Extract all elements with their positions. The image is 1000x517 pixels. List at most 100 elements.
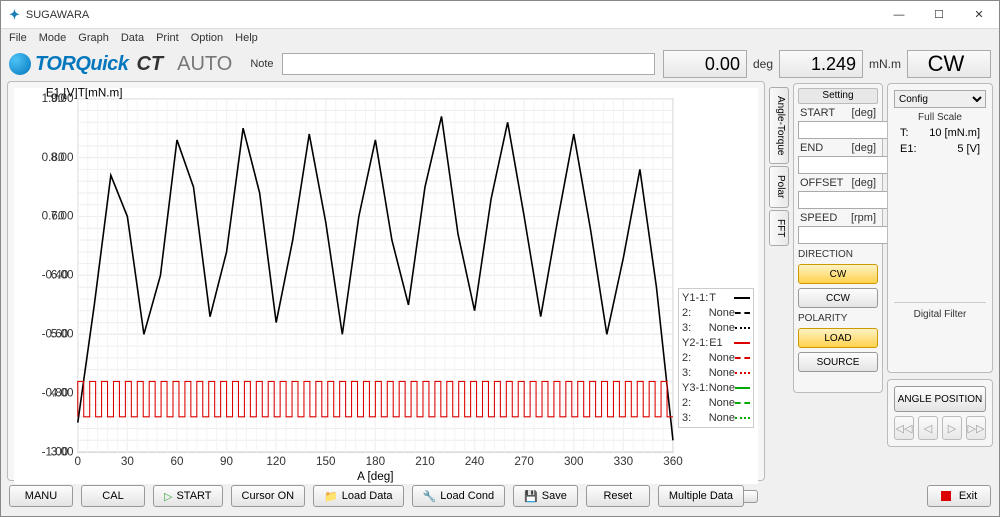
torque-unit: mN.m [869,57,901,71]
maximize-button[interactable]: ☐ [919,1,959,29]
source-button[interactable]: SOURCE [798,352,878,372]
start-unit: [deg] [852,107,876,119]
t-value: 10 [mN.m] [929,127,980,139]
nav-ffwd[interactable]: ▷▷ [966,416,986,440]
tab-polar[interactable]: Polar [769,166,789,207]
stop-icon [941,491,951,501]
load-button[interactable]: LOAD [798,328,878,348]
legend-row: 2:None [682,307,750,319]
angle-position-button[interactable]: ANGLE POSITION [894,386,986,412]
exit-button[interactable]: Exit [927,485,991,507]
nav-buttons: ◁◁ ◁ ▷ ▷▷ [894,416,986,440]
config-panel: Config Full Scale T:10 [mN.m] E1:5 [V] D… [887,83,993,373]
titlebar: ✦ SUGAWARA — ☐ ✕ [1,1,999,29]
svg-text:300: 300 [564,455,584,468]
legend: Y1-1:T2:None3:NoneY2-1:E12:None3:NoneY3-… [678,288,754,428]
cal-button[interactable]: CAL [81,485,145,507]
menu-option[interactable]: Option [191,32,223,44]
legend-row: 3:None [682,367,750,379]
angle-unit: deg [753,57,773,71]
cursor-button[interactable]: Cursor ON [231,485,306,507]
minimize-button[interactable]: — [879,1,919,29]
brand-name: TORQuick [35,53,128,76]
menu-help[interactable]: Help [235,32,258,44]
app-logo: TORQuick CT [9,53,163,76]
note-input[interactable] [282,53,655,75]
svg-text:210: 210 [415,455,435,468]
manu-button[interactable]: MANU [9,485,73,507]
svg-text:360: 360 [663,455,683,468]
header: TORQuick CT AUTO Note 0.00 deg 1.249 mN.… [1,47,999,81]
window-title: SUGAWARA [26,9,879,21]
svg-text:0: 0 [75,455,82,468]
note-label: Note [250,58,273,70]
nav-rewind[interactable]: ◁◁ [894,416,914,440]
end-unit: [deg] [852,142,876,154]
legend-row: Y2-1:E1 [682,337,750,349]
svg-text:6.00: 6.00 [51,269,74,282]
loadcond-button[interactable]: 🔧Load Cond [412,485,506,507]
direction-readout: CW [907,50,991,78]
svg-text:90: 90 [220,455,233,468]
angle-readout: 0.00 [663,50,747,78]
start-label: START [800,107,835,119]
loaddata-button[interactable]: 📁Load Data [313,485,403,507]
play-icon: ▷ [164,490,172,503]
config-select[interactable]: Config [894,90,986,108]
disk-icon: 💾 [524,490,538,503]
tab-angle-torque[interactable]: Angle-Torque [769,87,789,164]
legend-row: Y1-1:T [682,292,750,304]
close-button[interactable]: ✕ [959,1,999,29]
polarity-label: POLARITY [798,310,878,324]
svg-text:180: 180 [366,455,386,468]
svg-text:A [deg]: A [deg] [357,470,393,483]
save-button[interactable]: 💾Save [513,485,578,507]
brand-suffix: CT [136,53,163,76]
tab-fft[interactable]: FFT [769,210,789,246]
e1-label: E1: [900,143,917,155]
mode-label: AUTO [177,53,232,76]
menu-file[interactable]: File [9,32,27,44]
folder-icon: 📁 [324,490,338,503]
t-label: T: [900,127,909,139]
legend-row: 3:None [682,322,750,334]
svg-text:T[mN.m]: T[mN.m] [78,88,123,100]
wrench-icon: 🔧 [423,490,437,503]
menu-graph[interactable]: Graph [78,32,109,44]
svg-text:240: 240 [465,455,485,468]
menu-data[interactable]: Data [121,32,144,44]
vtabs: Angle-Torque Polar FFT [769,87,789,481]
offset-label: OFFSET [800,177,843,189]
plot-panel: 1.009.000.808.000.607.00-0.406.00-0.605.… [7,81,765,481]
bottom-bar: MANU CAL ▷START Cursor ON 📁Load Data 🔧Lo… [1,481,999,511]
ccw-button[interactable]: CCW [798,288,878,308]
legend-row: 2:None [682,352,750,364]
menu-mode[interactable]: Mode [39,32,67,44]
menu-print[interactable]: Print [156,32,179,44]
offset-unit: [deg] [852,177,876,189]
torque-readout: 1.249 [779,50,863,78]
readouts: 0.00 deg 1.249 mN.m CW [663,50,991,78]
menubar: File Mode Graph Data Print Option Help [1,29,999,47]
svg-text:30: 30 [121,455,134,468]
svg-text:3.00: 3.00 [51,445,74,458]
chart: 1.009.000.808.000.607.00-0.406.00-0.605.… [14,88,758,484]
svg-text:330: 330 [614,455,634,468]
digital-filter-label: Digital Filter [894,302,986,320]
svg-text:7.00: 7.00 [51,210,74,223]
nav-fwd[interactable]: ▷ [942,416,962,440]
swirl-icon [9,53,31,75]
nav-back[interactable]: ◁ [918,416,938,440]
speed-label: SPEED [800,212,837,224]
multiple-button[interactable]: Multiple Data [658,485,744,507]
end-label: END [800,142,823,154]
svg-text:120: 120 [266,455,286,468]
svg-text:8.00: 8.00 [51,151,74,164]
app-icon: ✦ [9,7,20,23]
reset-button[interactable]: Reset [586,485,650,507]
cw-button[interactable]: CW [798,264,878,284]
start-button[interactable]: ▷START [153,485,223,507]
right-column: Config Full Scale T:10 [mN.m] E1:5 [V] D… [887,83,993,481]
speed-unit: [rpm] [851,212,876,224]
angle-nav-panel: ANGLE POSITION ◁◁ ◁ ▷ ▷▷ [887,379,993,447]
